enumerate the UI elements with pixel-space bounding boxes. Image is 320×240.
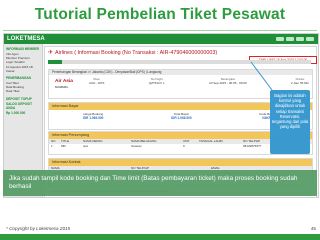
title-divider	[3, 30, 317, 31]
table-cell: 0	[183, 144, 185, 148]
callout-pointer	[250, 61, 273, 91]
contact-head: Informasi Kontak	[49, 159, 312, 166]
copyright-label: Copyright by Loketmesa 2015	[9, 226, 71, 231]
flight-col-value: QZ7510 F L	[148, 81, 165, 86]
top-menu-item[interactable]	[296, 36, 304, 41]
top-menu-item[interactable]	[286, 36, 294, 41]
payment-col-total: Total Bayar IDR 1.066.500	[171, 112, 192, 120]
flight-col-value: 23 Sep 2015 - 06:05 - 09:00	[209, 81, 247, 86]
table-cell: test	[83, 144, 88, 148]
top-menu-item[interactable]	[276, 36, 284, 41]
deposit-balance-label: SALDO DEPOSIT ANDA	[6, 101, 33, 110]
payment-col-value: IDR 1.066.500	[82, 116, 104, 120]
bottom-band	[0, 234, 320, 240]
app-topbar: LOKETMESA	[4, 34, 318, 44]
slide-caption: Jika sudah tampil kode booking dan Time …	[3, 170, 317, 196]
callout-box: Bagian ini adalah kontrol yang diwajibka…	[270, 90, 310, 154]
table-cell: MR	[61, 144, 66, 148]
back-button[interactable]	[48, 60, 62, 64]
table-cell: Isnanan	[131, 144, 142, 148]
top-menu-item[interactable]	[306, 36, 314, 41]
airline-logo: Air Asia MAMMEL	[55, 79, 73, 89]
sidebar-head-flight: PENERBANGAN	[6, 76, 31, 81]
sidebar-item-ticket[interactable]: Data Tiket	[6, 89, 40, 93]
slide-title: Tutorial Pembelian Tiket Pesawat	[34, 6, 286, 23]
copyright-text: * Copyright by Loketmesa 2015	[6, 226, 71, 231]
flight-col-value: 2 Jam 55 Min	[290, 81, 309, 86]
table-cell: 1	[51, 144, 53, 148]
sidebar-head-member: INFORMASI MEMBER	[6, 47, 39, 51]
sidebar-item-logout[interactable]: Keluar	[6, 69, 40, 73]
app-logo: LOKETMESA	[7, 35, 45, 42]
flight-col-duration: Durasi 2 Jam 55 Min	[291, 77, 309, 85]
airline-name: Air Asia	[55, 79, 73, 84]
sidebar-head-deposit: DEPOSIT TOPUP	[6, 96, 32, 101]
top-menu	[276, 36, 314, 42]
payment-col-price: Harga Booking IDR 1.066.500	[83, 112, 104, 120]
payment-col-value: IDR 1.066.500	[171, 116, 192, 120]
panel-title: ✈ Airlines ( Informasi Booking (No Trans…	[48, 50, 217, 57]
page-number: 45	[310, 226, 316, 231]
flight-col-route: Rute CGK - DPS	[89, 77, 104, 85]
airline-sub: MAMMEL	[55, 85, 69, 89]
flight-col-value: CGK - DPS	[89, 81, 105, 86]
airplane-icon: ✈	[48, 50, 54, 56]
flight-col-number: No Flight QZ7510 F L	[149, 77, 165, 85]
panel-title-text: Airlines ( Informasi Booking (No Transak…	[55, 50, 218, 56]
flight-col-depart: Berangkat 23 Sep 2015 - 06:05 - 09:00	[209, 77, 246, 85]
table-cell	[199, 144, 243, 149]
deposit-balance-value: Rp 1.000.000	[6, 111, 26, 116]
